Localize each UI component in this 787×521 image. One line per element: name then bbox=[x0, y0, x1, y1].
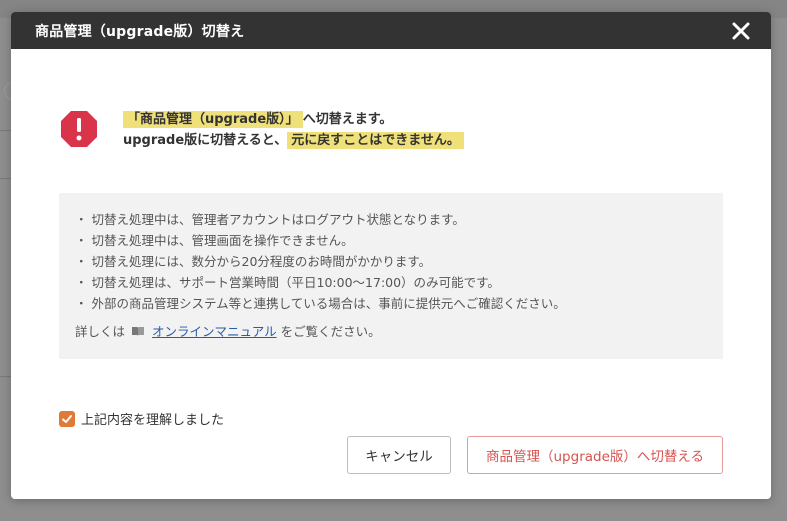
agree-checkbox-row[interactable]: 上記内容を理解しました bbox=[59, 409, 224, 428]
notice-item: 切替え処理は、サポート営業時間（平日10:00〜17:00）のみ可能です。 bbox=[75, 272, 707, 293]
agree-checkbox[interactable] bbox=[59, 410, 75, 427]
warning-line-2-prefix: upgrade版に切替えると、 bbox=[123, 133, 288, 148]
warning-message: 「商品管理（upgrade版）」 へ切替えます。 upgrade版に切替えると、元… bbox=[59, 109, 464, 151]
warning-line-1: 「商品管理（upgrade版）」 へ切替えます。 bbox=[123, 109, 464, 130]
manual-note: 詳しくは オンラインマニュアル をご覧ください。 bbox=[75, 322, 707, 343]
notice-item: 切替え処理には、数分から20分程度のお時間がかかります。 bbox=[75, 251, 707, 272]
cancel-button[interactable]: キャンセル bbox=[347, 436, 451, 474]
online-manual-link[interactable]: オンラインマニュアル bbox=[152, 324, 277, 339]
book-icon bbox=[131, 323, 145, 343]
close-icon[interactable] bbox=[731, 21, 751, 41]
agree-label: 上記内容を理解しました bbox=[81, 413, 225, 428]
notice-box: 切替え処理中は、管理者アカウントはログアウト状態となります。 切替え処理中は、管… bbox=[59, 193, 723, 359]
warning-line-2: upgrade版に切替えると、 元に戻すことはできません。 bbox=[123, 130, 464, 151]
warning-text: 「商品管理（upgrade版）」 へ切替えます。 upgrade版に切替えると、元… bbox=[123, 109, 464, 151]
warning-line-1-rest: へ切替えます。 bbox=[302, 112, 393, 127]
notice-list: 切替え処理中は、管理者アカウントはログアウト状態となります。 切替え処理中は、管… bbox=[75, 209, 707, 314]
dialog-title: 商品管理（upgrade版）切替え bbox=[35, 23, 245, 40]
highlight-irreversible: 元に戻すことはできません。 bbox=[287, 132, 464, 149]
notice-item: 切替え処理中は、管理画面を操作できません。 bbox=[75, 230, 707, 251]
notice-item: 切替え処理中は、管理者アカウントはログアウト状態となります。 bbox=[75, 209, 707, 230]
switch-dialog: 商品管理（upgrade版）切替え 「商品管理（upgrade版）」 へ切替えます… bbox=[11, 12, 771, 499]
alert-octagon-icon bbox=[59, 109, 99, 149]
switch-upgrade-button[interactable]: 商品管理（upgrade版）へ切替える bbox=[467, 436, 723, 474]
manual-note-suffix: をご覧ください。 bbox=[280, 324, 381, 339]
highlight-product-name: 「商品管理（upgrade版）」 bbox=[123, 111, 303, 128]
notice-item: 外部の商品管理システム等と連携している場合は、事前に提供元へご確認ください。 bbox=[75, 293, 707, 314]
dialog-header: 商品管理（upgrade版）切替え bbox=[11, 12, 771, 49]
manual-note-prefix: 詳しくは bbox=[75, 324, 126, 339]
